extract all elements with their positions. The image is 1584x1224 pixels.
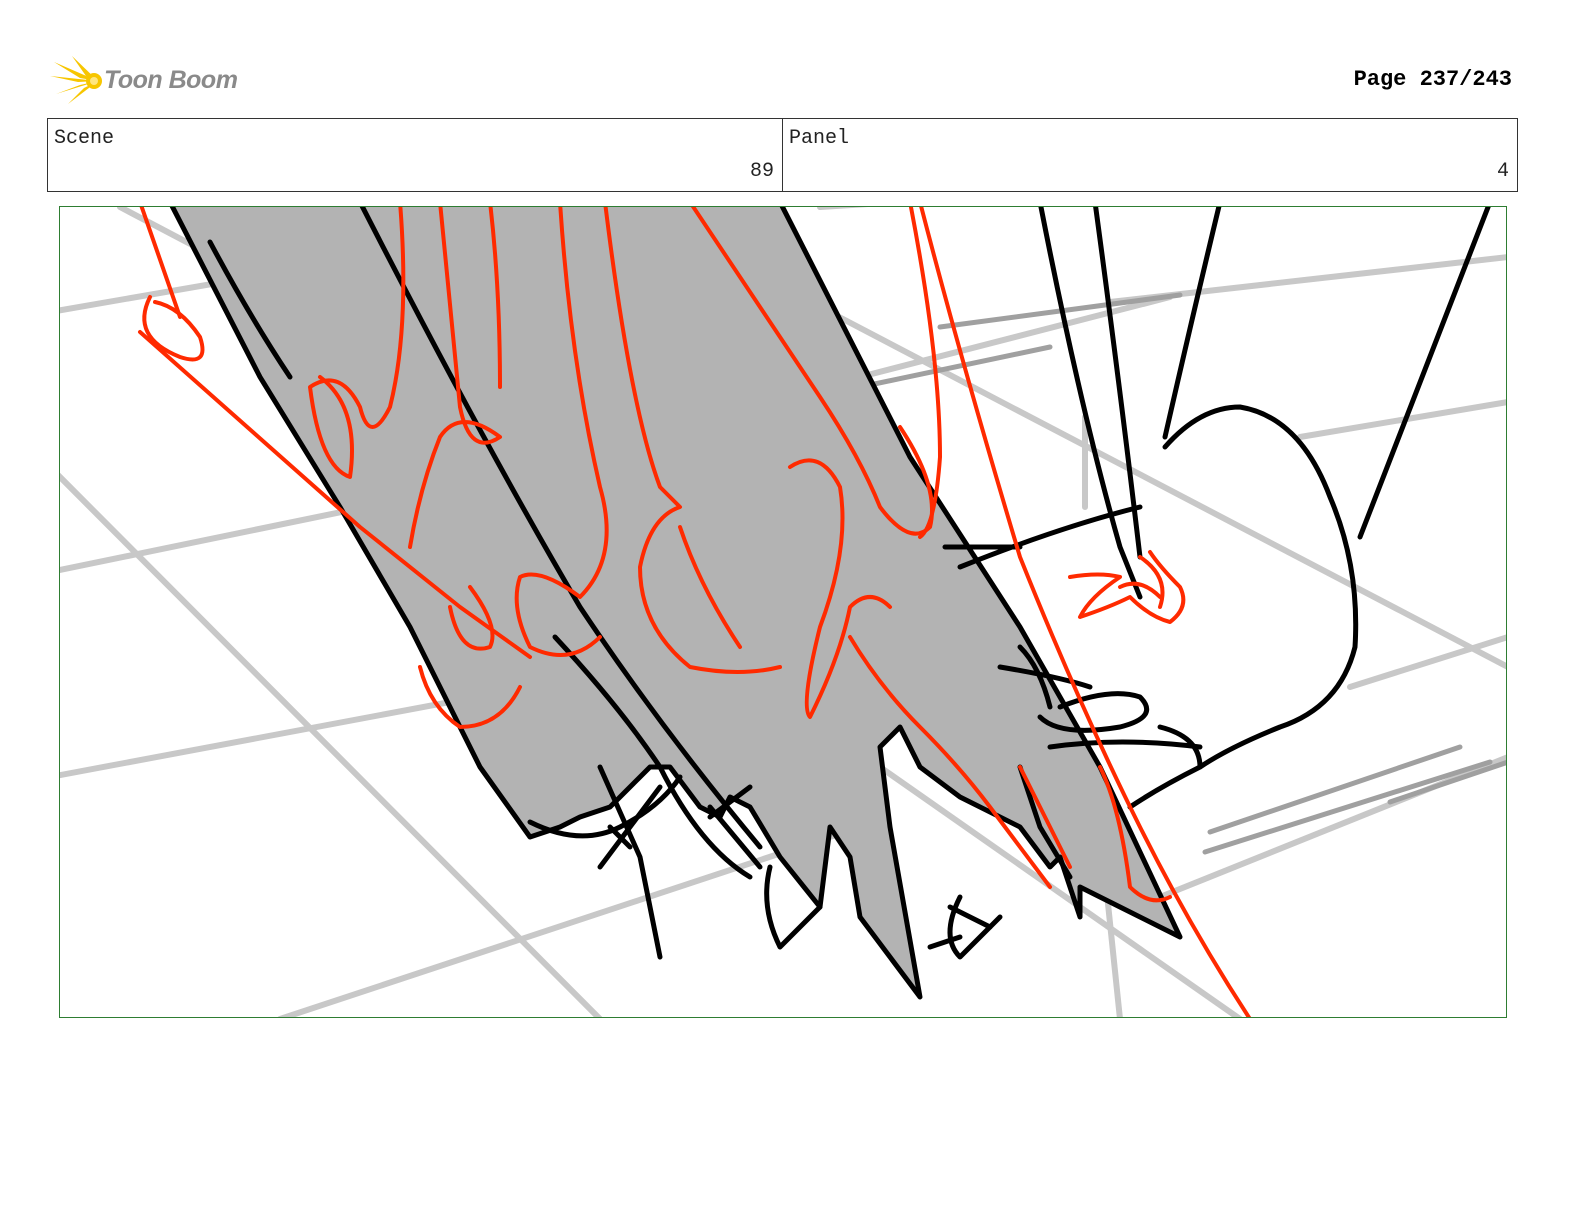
scene-value: 89 bbox=[749, 160, 774, 183]
panel-sketch bbox=[60, 207, 1506, 1017]
scene-cell: Scene 89 bbox=[48, 119, 782, 191]
logo-text: Toon Boom bbox=[104, 66, 238, 94]
panel-cell: Panel 4 bbox=[782, 119, 1517, 191]
scene-panel-table: Scene 89 Panel 4 bbox=[47, 118, 1518, 192]
panel-value: 4 bbox=[1496, 160, 1509, 183]
scene-label: Scene bbox=[54, 127, 115, 150]
panel-label: Panel bbox=[789, 127, 850, 150]
storyboard-panel bbox=[59, 206, 1507, 1018]
cape-shape bbox=[169, 207, 1183, 1000]
page-number: Page 237/243 bbox=[1353, 67, 1512, 92]
